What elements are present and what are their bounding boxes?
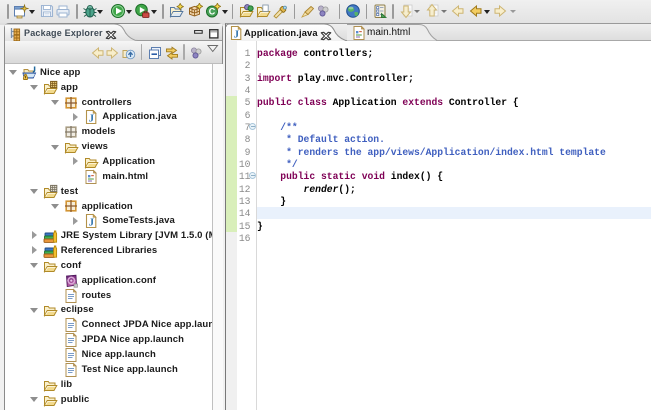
svg-text:J: J xyxy=(89,218,94,229)
svg-text:J: J xyxy=(89,114,94,125)
